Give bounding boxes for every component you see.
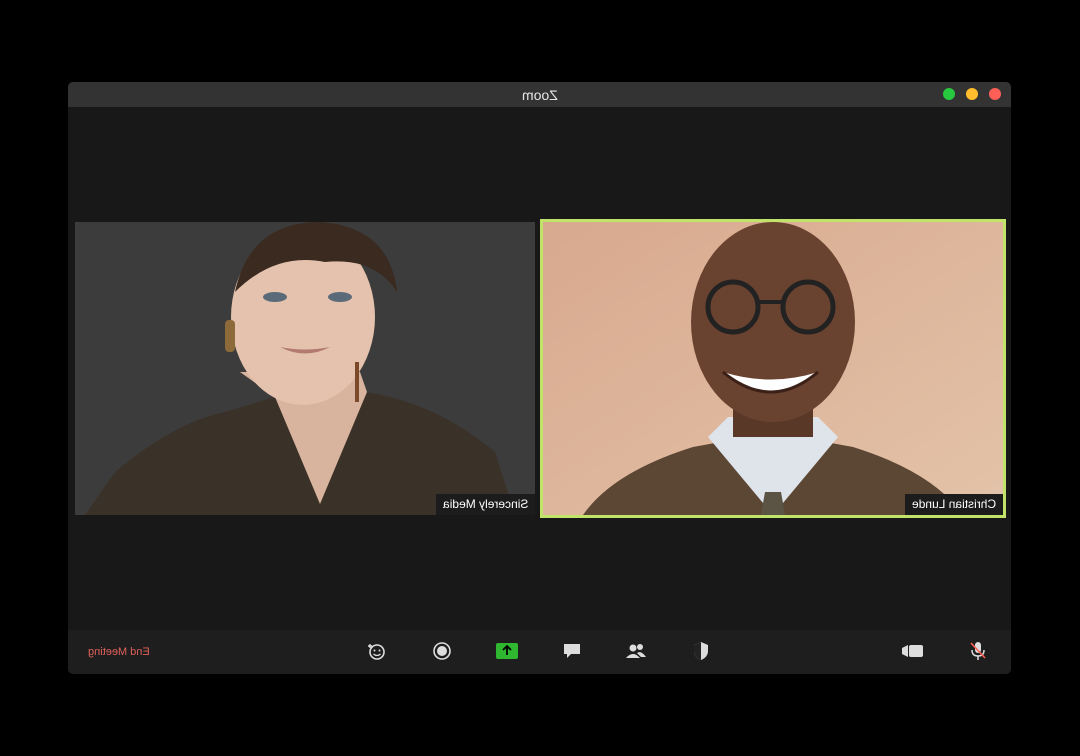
end-meeting-button[interactable]: End Meeting bbox=[88, 646, 150, 658]
minimize-button[interactable] bbox=[966, 88, 978, 100]
security-button[interactable] bbox=[688, 640, 714, 662]
chat-button[interactable] bbox=[559, 640, 585, 662]
title-bar[interactable]: Zoom bbox=[68, 82, 1011, 107]
participant-name-text: Sincerely Media bbox=[442, 497, 528, 511]
window-controls bbox=[943, 88, 1001, 100]
participants-button[interactable] bbox=[623, 640, 649, 662]
close-button[interactable] bbox=[989, 88, 1001, 100]
share-screen-icon bbox=[496, 643, 518, 659]
reactions-icon bbox=[368, 644, 385, 660]
participants-icon bbox=[626, 644, 646, 658]
chat-icon bbox=[564, 644, 580, 658]
participant-video-image bbox=[543, 222, 1003, 515]
participant-name-label: Christian Lunde bbox=[904, 494, 1003, 515]
participant-video-image bbox=[75, 222, 535, 515]
video-tile-participant-1[interactable]: Sincerely Media bbox=[75, 222, 535, 515]
video-tile-participant-2-active-speaker[interactable]: Christian Lunde bbox=[540, 219, 1006, 518]
mic-muted-icon bbox=[970, 642, 986, 660]
maximize-button[interactable] bbox=[943, 88, 955, 100]
window-title: Zoom bbox=[521, 86, 558, 103]
security-icon bbox=[694, 642, 708, 660]
reactions-button[interactable] bbox=[364, 640, 390, 662]
video-icon bbox=[902, 645, 923, 657]
mute-button[interactable] bbox=[965, 640, 991, 662]
record-icon bbox=[433, 642, 451, 660]
share-screen-button[interactable] bbox=[494, 640, 520, 662]
record-button[interactable] bbox=[429, 640, 455, 662]
participant-name-text: Christian Lunde bbox=[911, 497, 996, 511]
meeting-toolbar: End Meeting bbox=[68, 630, 1011, 674]
video-button[interactable] bbox=[900, 640, 926, 662]
participant-name-label: Sincerely Media bbox=[435, 494, 535, 515]
zoom-window: Zoom Sincerely Media Christian Lunde End… bbox=[68, 82, 1011, 674]
